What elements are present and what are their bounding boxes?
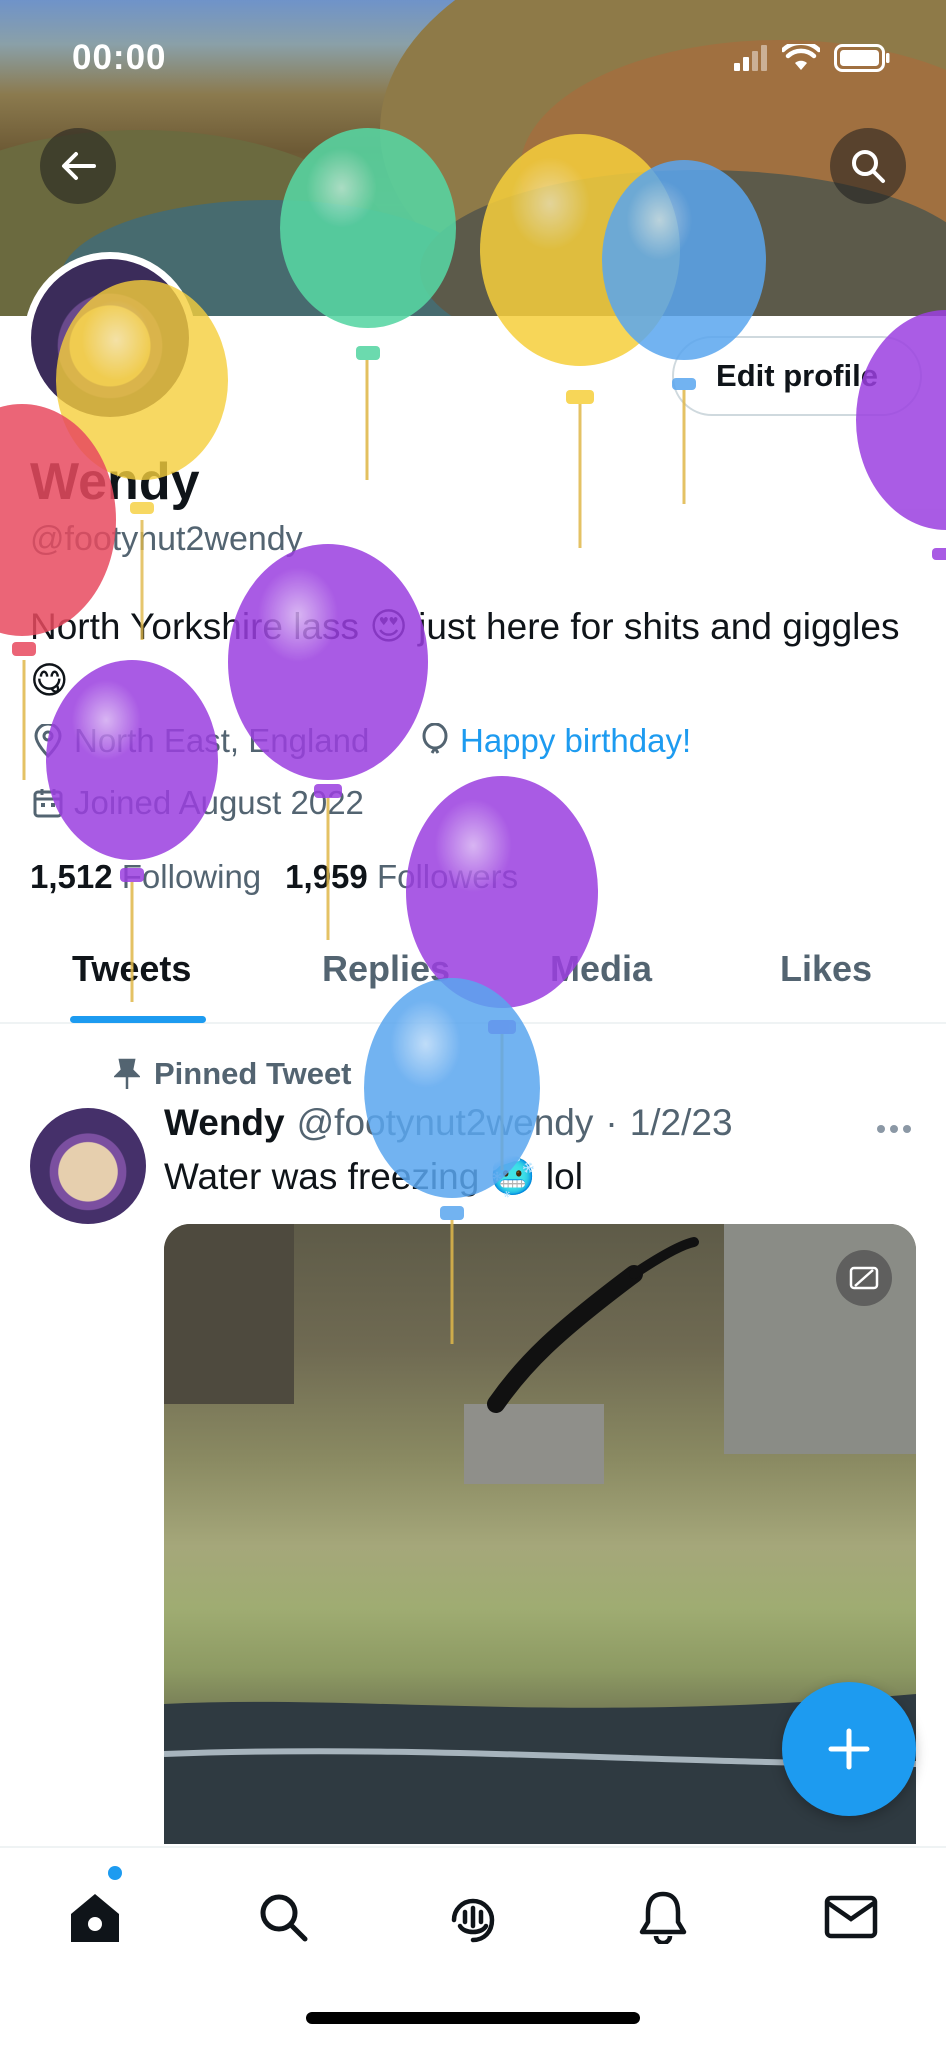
- plus-icon: [828, 1728, 870, 1770]
- bell-icon: [639, 1891, 687, 1944]
- search-icon: [260, 1894, 308, 1942]
- nav-home[interactable]: [60, 1882, 130, 1952]
- home-icon: [71, 1894, 119, 1942]
- balloon-purple-center: [228, 544, 428, 940]
- home-unread-dot: [108, 1866, 122, 1880]
- balloon-purple-right: [856, 310, 946, 560]
- balloon-green: [280, 128, 456, 480]
- nav-spaces[interactable]: [438, 1882, 508, 1952]
- nav-messages[interactable]: [816, 1882, 886, 1952]
- spaces-icon: [451, 1898, 495, 1943]
- nav-notifications[interactable]: [628, 1882, 698, 1952]
- mail-icon: [824, 1895, 878, 1939]
- home-indicator[interactable]: [306, 2012, 640, 2024]
- birthday-balloons-overlay: [0, 128, 946, 1344]
- balloon-blue-bottom: [364, 978, 540, 1344]
- compose-tweet-button[interactable]: [782, 1682, 916, 1816]
- balloon-purple-left: [46, 660, 218, 1002]
- nav-search[interactable]: [248, 1882, 318, 1952]
